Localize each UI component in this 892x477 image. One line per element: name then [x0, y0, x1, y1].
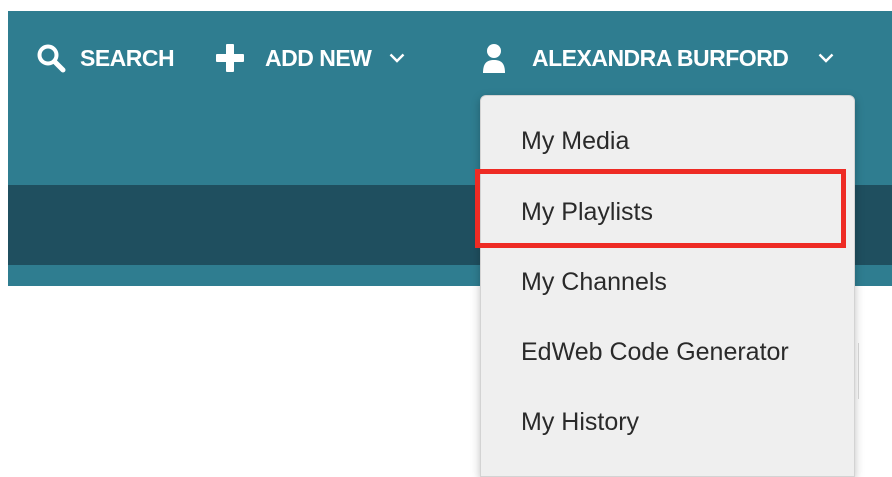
search-label: SEARCH — [80, 44, 175, 71]
search-icon — [36, 43, 66, 73]
menu-item-my-playlists[interactable]: My Playlists — [521, 192, 653, 232]
plus-icon — [215, 43, 245, 73]
chevron-down-icon — [818, 53, 834, 63]
chevron-down-icon — [389, 53, 405, 63]
add-new-button[interactable]: ADD NEW — [215, 37, 405, 79]
search-button[interactable]: SEARCH — [36, 37, 175, 79]
menu-item-edweb-code-generator[interactable]: EdWeb Code Generator — [521, 332, 789, 372]
background-edge — [852, 343, 859, 399]
menu-item-my-channels[interactable]: My Channels — [521, 262, 667, 302]
menu-item-my-media[interactable]: My Media — [521, 121, 629, 161]
user-dropdown-menu: My Media My Playlists My Channels EdWeb … — [480, 95, 855, 477]
user-menu-button[interactable]: ALEXANDRA BURFORD — [482, 37, 834, 79]
menu-item-my-history[interactable]: My History — [521, 402, 639, 442]
add-new-label: ADD NEW — [265, 44, 372, 71]
user-name-label: ALEXANDRA BURFORD — [532, 44, 789, 71]
user-icon — [482, 43, 506, 73]
